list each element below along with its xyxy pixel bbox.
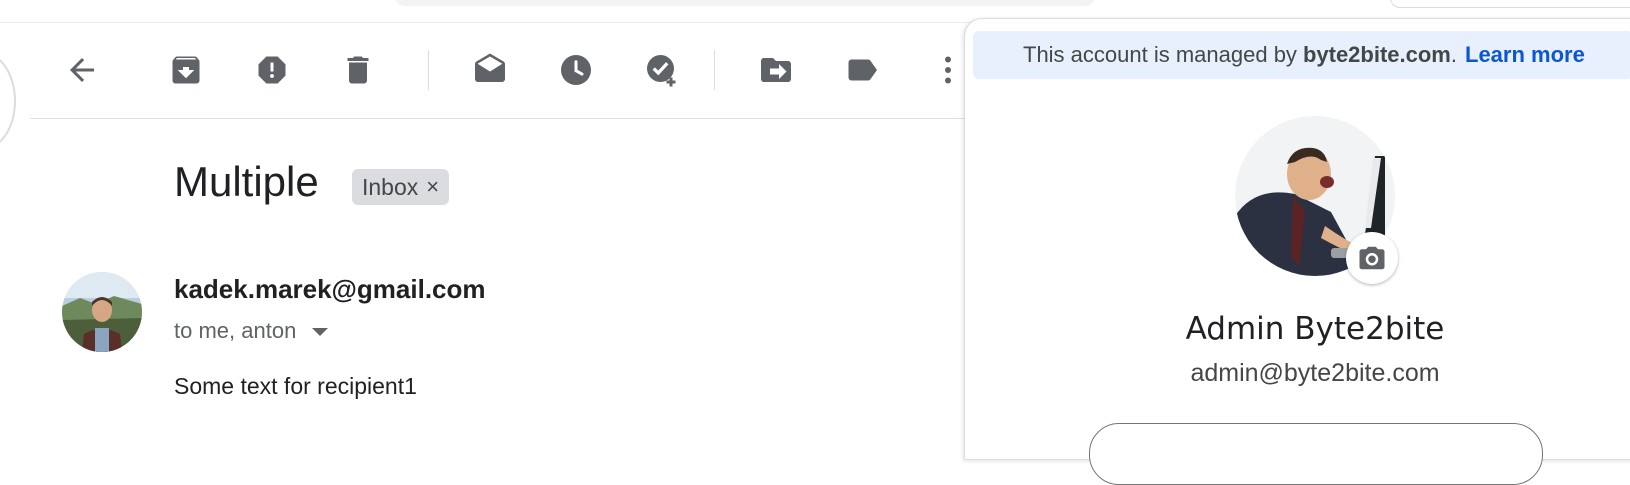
address-bar[interactable] bbox=[395, 0, 1095, 6]
clock-icon bbox=[561, 55, 591, 85]
sender-photo bbox=[62, 272, 142, 352]
managed-domain: byte2bite.com bbox=[1302, 42, 1451, 67]
message-toolbar bbox=[30, 30, 1010, 119]
managed-account-banner: This account is managed by byte2bite.com… bbox=[973, 31, 1630, 79]
sender-email[interactable]: kadek.marek@gmail.com bbox=[174, 274, 486, 305]
more-vert-icon bbox=[945, 56, 951, 84]
managed-prefix: This account is managed by bbox=[1023, 42, 1297, 67]
mark-unread-button[interactable] bbox=[468, 48, 512, 92]
email-subject: Multiple bbox=[174, 158, 319, 205]
browser-toolbar-control[interactable] bbox=[1390, 0, 1630, 8]
trash-icon bbox=[347, 56, 369, 84]
back-button[interactable] bbox=[60, 48, 104, 92]
report-spam-icon bbox=[258, 56, 286, 84]
camera-icon bbox=[1359, 246, 1385, 270]
account-email: admin@byte2bite.com bbox=[1190, 359, 1440, 387]
change-photo-button[interactable] bbox=[1346, 232, 1398, 284]
show-details-chevron-down-icon[interactable] bbox=[312, 328, 329, 336]
recipients-line: to me, anton bbox=[174, 318, 329, 344]
toolbar-divider bbox=[714, 50, 715, 90]
add-task-icon bbox=[647, 55, 676, 87]
move-to-button[interactable] bbox=[754, 48, 798, 92]
toolbar-divider bbox=[428, 50, 429, 90]
label-chip-text: Inbox bbox=[362, 173, 419, 200]
managed-period: . bbox=[1450, 42, 1457, 67]
remove-label-button[interactable]: × bbox=[426, 174, 439, 200]
account-name: Admin Byte2bite bbox=[1185, 311, 1445, 347]
labels-button[interactable] bbox=[840, 48, 884, 92]
move-to-icon bbox=[761, 58, 791, 82]
archive-icon bbox=[172, 56, 200, 84]
arrow-left-icon bbox=[70, 58, 94, 82]
delete-button[interactable] bbox=[336, 48, 380, 92]
mark-unread-icon bbox=[475, 53, 505, 82]
archive-button[interactable] bbox=[164, 48, 208, 92]
compose-button-edge[interactable] bbox=[0, 52, 16, 150]
label-icon bbox=[848, 59, 877, 81]
account-panel: This account is managed by byte2bite.com… bbox=[964, 18, 1630, 485]
add-to-tasks-button[interactable] bbox=[640, 48, 684, 92]
learn-more-link[interactable]: Learn more bbox=[1465, 42, 1585, 68]
manage-account-button[interactable] bbox=[1089, 423, 1543, 485]
email-body: Some text for recipient1 bbox=[174, 373, 417, 399]
sender-avatar[interactable] bbox=[62, 272, 142, 352]
recipients-text: to me, anton bbox=[174, 318, 297, 343]
report-spam-button[interactable] bbox=[250, 48, 294, 92]
label-chip-inbox[interactable]: Inbox × bbox=[352, 169, 450, 205]
snooze-button[interactable] bbox=[554, 48, 598, 92]
